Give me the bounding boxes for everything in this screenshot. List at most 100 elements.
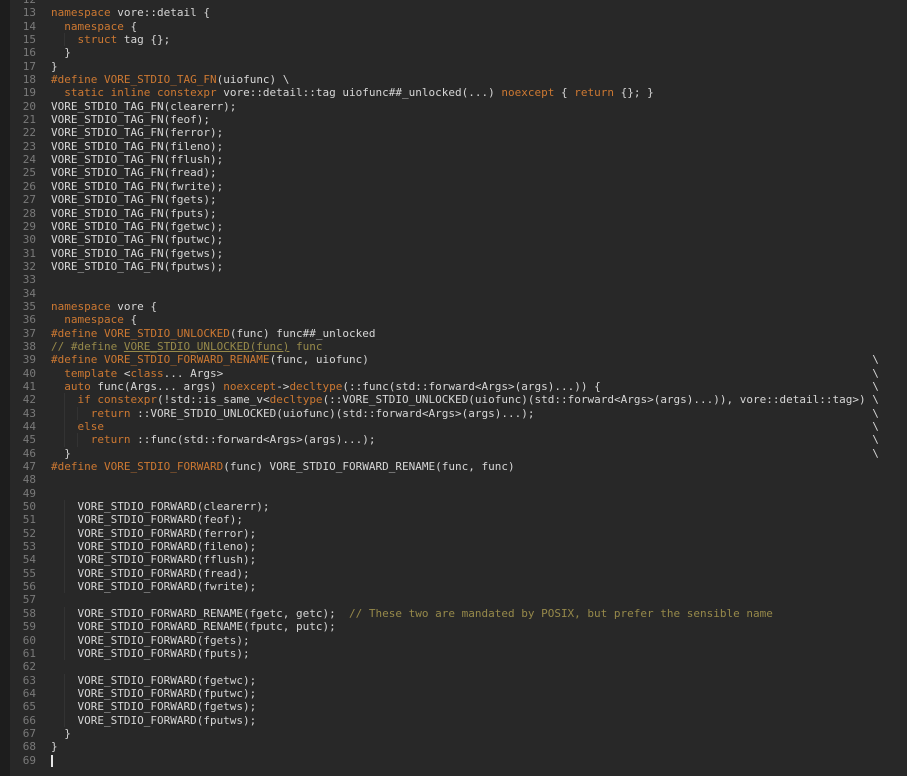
- code-line[interactable]: 13namespace vore::detail {: [0, 6, 907, 19]
- code-line[interactable]: 24VORE_STDIO_TAG_FN(fflush);: [0, 153, 907, 166]
- code-line[interactable]: 40 template <class... Args> \: [0, 367, 907, 380]
- indent-guide: [64, 567, 65, 580]
- code-line[interactable]: 22VORE_STDIO_TAG_FN(ferror);: [0, 126, 907, 139]
- code-segment: tag {};: [117, 33, 170, 46]
- code-line[interactable]: 48: [0, 473, 907, 486]
- code-line[interactable]: 41 auto func(Args... args) noexcept->dec…: [0, 380, 907, 393]
- code-text: VORE_STDIO_TAG_FN(fflush);: [51, 153, 223, 166]
- code-segment: VORE_STDIO_UNLOCKED(func): [124, 340, 290, 353]
- code-line[interactable]: 36 namespace {: [0, 313, 907, 326]
- code-line[interactable]: 25VORE_STDIO_TAG_FN(fread);: [0, 166, 907, 179]
- code-line[interactable]: 29VORE_STDIO_TAG_FN(fgetwc);: [0, 220, 907, 233]
- code-segment: [51, 433, 91, 446]
- code-line[interactable]: 69: [0, 754, 907, 767]
- code-line[interactable]: 58 VORE_STDIO_FORWARD_RENAME(fgetc, getc…: [0, 607, 907, 620]
- code-segment: // #define: [51, 340, 124, 353]
- code-segment: VORE_STDIO_FORWARD(fread);: [51, 567, 250, 580]
- indent-guide: [64, 714, 65, 727]
- code-line[interactable]: 37#define VORE_STDIO_UNLOCKED(func) func…: [0, 327, 907, 340]
- code-line[interactable]: 35namespace vore {: [0, 300, 907, 313]
- code-line[interactable]: 55 VORE_STDIO_FORWARD(fread);: [0, 567, 907, 580]
- code-segment: <: [117, 367, 130, 380]
- code-segment: VORE_STDIO_TAG_FN(fputws);: [51, 260, 223, 273]
- code-segment: VORE_STDIO_TAG_FN(fputs);: [51, 207, 217, 220]
- code-segment: ::VORE_STDIO_UNLOCKED(uiofunc)(std::forw…: [131, 407, 535, 420]
- code-text: VORE_STDIO_FORWARD(fgetwc);: [51, 674, 256, 687]
- code-text: return ::VORE_STDIO_UNLOCKED(uiofunc)(st…: [51, 407, 879, 420]
- code-line[interactable]: 45 return ::func(std::forward<Args>(args…: [0, 433, 907, 446]
- code-line[interactable]: 27VORE_STDIO_TAG_FN(fgets);: [0, 193, 907, 206]
- code-text: }: [51, 60, 58, 73]
- code-text: VORE_STDIO_TAG_FN(fileno);: [51, 140, 223, 153]
- code-line[interactable]: 65 VORE_STDIO_FORWARD(fgetws);: [0, 700, 907, 713]
- line-continuation-backslash: \: [71, 447, 879, 460]
- code-segment: static inline constexpr: [64, 86, 216, 99]
- code-line[interactable]: 32VORE_STDIO_TAG_FN(fputws);: [0, 260, 907, 273]
- code-line[interactable]: 63 VORE_STDIO_FORWARD(fgetwc);: [0, 674, 907, 687]
- code-line[interactable]: 50 VORE_STDIO_FORWARD(clearerr);: [0, 500, 907, 513]
- code-line[interactable]: 20VORE_STDIO_TAG_FN(clearerr);: [0, 100, 907, 113]
- code-line[interactable]: 64 VORE_STDIO_FORWARD(fputwc);: [0, 687, 907, 700]
- code-editor[interactable]: 1213namespace vore::detail {14 namespace…: [0, 0, 907, 776]
- code-segment: namespace: [51, 6, 111, 19]
- code-segment: VORE_STDIO_TAG_FN(fwrite);: [51, 180, 223, 193]
- code-segment: VORE_STDIO_FORWARD(fgets);: [51, 634, 250, 647]
- code-line[interactable]: 67 }: [0, 727, 907, 740]
- code-line[interactable]: 61 VORE_STDIO_FORWARD(fputs);: [0, 647, 907, 660]
- code-line[interactable]: 15 struct tag {};: [0, 33, 907, 46]
- code-line[interactable]: 42 if constexpr(!std::is_same_v<decltype…: [0, 393, 907, 406]
- code-segment: VORE_STDIO_TAG_FN(fileno);: [51, 140, 223, 153]
- code-line[interactable]: 28VORE_STDIO_TAG_FN(fputs);: [0, 207, 907, 220]
- code-segment: VORE_STDIO_FORWARD(fflush);: [51, 553, 256, 566]
- code-line[interactable]: 53 VORE_STDIO_FORWARD(fileno);: [0, 540, 907, 553]
- code-line[interactable]: 26VORE_STDIO_TAG_FN(fwrite);: [0, 180, 907, 193]
- code-line[interactable]: 49: [0, 487, 907, 500]
- code-line[interactable]: 57: [0, 593, 907, 606]
- code-line[interactable]: 34: [0, 287, 907, 300]
- code-line[interactable]: 16 }: [0, 46, 907, 59]
- code-text: VORE_STDIO_TAG_FN(fputws);: [51, 260, 223, 273]
- code-line[interactable]: 47#define VORE_STDIO_FORWARD(func) VORE_…: [0, 460, 907, 473]
- code-segment: return: [91, 433, 131, 446]
- code-line[interactable]: 56 VORE_STDIO_FORWARD(fwrite);: [0, 580, 907, 593]
- code-line[interactable]: 51 VORE_STDIO_FORWARD(feof);: [0, 513, 907, 526]
- code-line[interactable]: 59 VORE_STDIO_FORWARD_RENAME(fputc, putc…: [0, 620, 907, 633]
- code-line[interactable]: 19 static inline constexpr vore::detail:…: [0, 86, 907, 99]
- code-line[interactable]: 43 return ::VORE_STDIO_UNLOCKED(uiofunc)…: [0, 407, 907, 420]
- indent-guide: [77, 407, 78, 420]
- code-line[interactable]: 68}: [0, 740, 907, 753]
- code-segment: noexcept: [223, 380, 276, 393]
- code-segment: {}; }: [614, 86, 654, 99]
- code-line[interactable]: 38// #define VORE_STDIO_UNLOCKED(func) f…: [0, 340, 907, 353]
- code-segment: VORE_STDIO_FORWARD_RENAME(fputc, putc);: [51, 620, 336, 633]
- code-segment: [51, 367, 64, 380]
- code-segment: VORE_STDIO_FORWARD_RENAME(fgetc, getc);: [51, 607, 349, 620]
- code-line[interactable]: 31VORE_STDIO_TAG_FN(fgetws);: [0, 247, 907, 260]
- indent-guide: [64, 33, 65, 46]
- code-text: return ::func(std::forward<Args>(args)..…: [51, 433, 879, 446]
- code-line[interactable]: 60 VORE_STDIO_FORWARD(fgets);: [0, 634, 907, 647]
- code-segment: // These two are mandated by POSIX, but …: [349, 607, 773, 620]
- code-line[interactable]: 54 VORE_STDIO_FORWARD(fflush);: [0, 553, 907, 566]
- code-line[interactable]: 30VORE_STDIO_TAG_FN(fputwc);: [0, 233, 907, 246]
- code-line[interactable]: 39#define VORE_STDIO_FORWARD_RENAME(func…: [0, 353, 907, 366]
- code-segment: (::VORE_STDIO_UNLOCKED(uiofunc)(std::for…: [323, 393, 866, 406]
- code-line[interactable]: 18#define VORE_STDIO_TAG_FN(uiofunc) \: [0, 73, 907, 86]
- code-segment: VORE_STDIO_TAG_FN(fgetws);: [51, 247, 223, 260]
- code-line[interactable]: 14 namespace {: [0, 20, 907, 33]
- code-segment: struct: [78, 33, 118, 46]
- code-line[interactable]: 66 VORE_STDIO_FORWARD(fputws);: [0, 714, 907, 727]
- code-text: VORE_STDIO_FORWARD(fgets);: [51, 634, 250, 647]
- code-line[interactable]: 46 } \: [0, 447, 907, 460]
- code-line[interactable]: 62: [0, 660, 907, 673]
- code-line[interactable]: 23VORE_STDIO_TAG_FN(fileno);: [0, 140, 907, 153]
- indent-guide: [64, 513, 65, 526]
- code-line[interactable]: 17}: [0, 60, 907, 73]
- code-line[interactable]: 33: [0, 273, 907, 286]
- code-segment: namespace: [51, 300, 111, 313]
- code-segment: VORE_STDIO_FORWARD(ferror);: [51, 527, 256, 540]
- code-line[interactable]: 21VORE_STDIO_TAG_FN(feof);: [0, 113, 907, 126]
- code-line[interactable]: 52 VORE_STDIO_FORWARD(ferror);: [0, 527, 907, 540]
- code-text: VORE_STDIO_FORWARD_RENAME(fgetc, getc); …: [51, 607, 773, 620]
- code-line[interactable]: 44 else \: [0, 420, 907, 433]
